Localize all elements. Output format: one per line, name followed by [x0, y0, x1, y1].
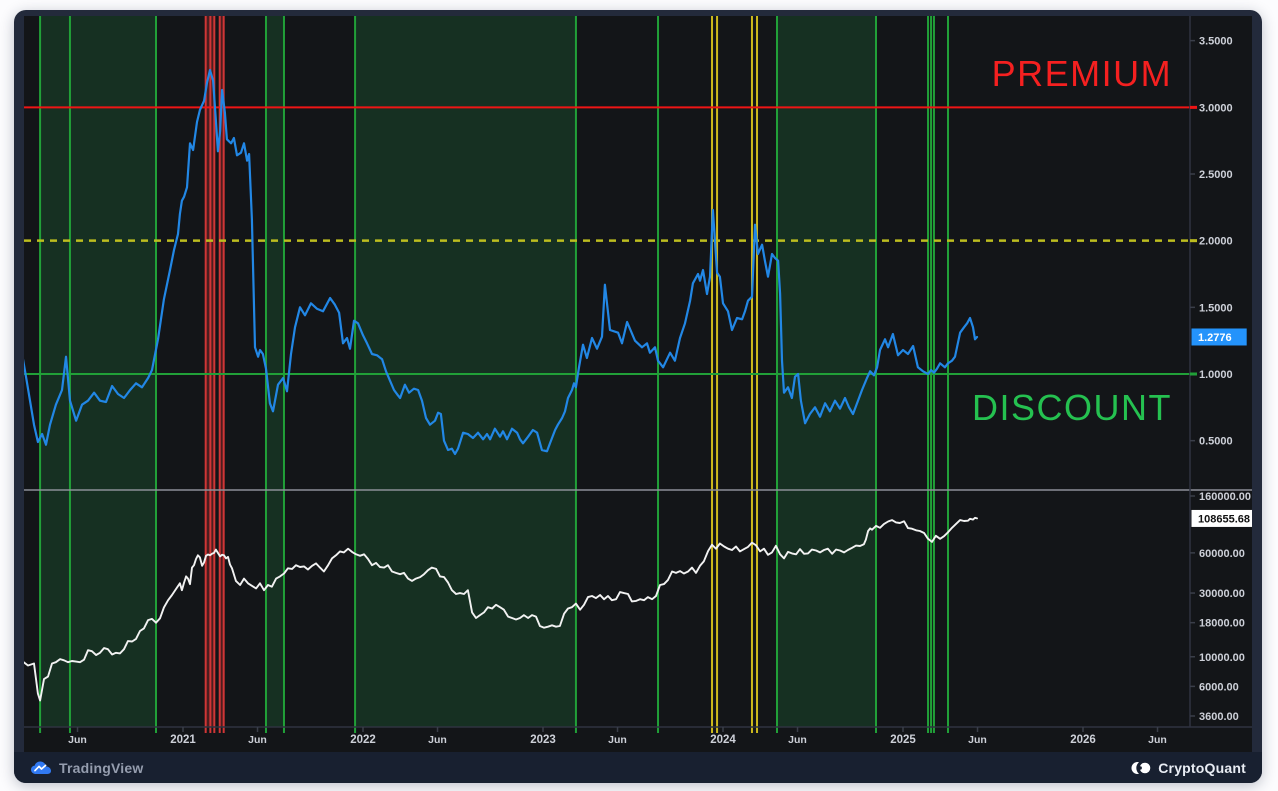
x-axis-tick-label[interactable]: 2023 — [530, 734, 556, 746]
tradingview-logo[interactable]: TradingView — [30, 760, 143, 776]
footer-bar: TradingView CryptoQuant — [14, 752, 1262, 783]
x-axis-tick-label[interactable]: 2026 — [1070, 734, 1096, 746]
y-axis-tick-label: 6000.00 — [1199, 681, 1239, 693]
x-axis-tick-label[interactable]: Jun — [968, 734, 987, 746]
discount-zone-band — [266, 16, 284, 727]
y-axis-tick-label: 3.0000 — [1199, 102, 1233, 114]
last-value-badge-price-text: 108655.68 — [1198, 513, 1250, 525]
y-axis-tick-label: 2.5000 — [1199, 169, 1233, 181]
cryptoquant-logo[interactable]: CryptoQuant — [1131, 760, 1246, 776]
cryptoquant-icon — [1131, 761, 1151, 775]
y-axis-tick-label: 1.5000 — [1199, 302, 1233, 314]
tradingview-label: TradingView — [59, 760, 143, 776]
chart-window: 3.5000 3.0000 2.5000 2.0000 1.5000 1.0000 0.50… — [14, 10, 1262, 783]
y-axis-tick-label: 160000.00 — [1199, 491, 1251, 503]
x-axis-tick-label[interactable]: Jun — [788, 734, 807, 746]
tradingview-icon — [30, 761, 52, 775]
chart-area[interactable]: 3.5000 3.0000 2.5000 2.0000 1.5000 1.0000 0.50… — [24, 16, 1252, 752]
y-axis-tick-label: 60000.00 — [1199, 548, 1245, 560]
x-axis-tick-label[interactable]: Jun — [248, 734, 267, 746]
premium-label: PREMIUM — [992, 53, 1173, 94]
discount-zone-band — [777, 16, 876, 727]
discount-zone-band — [355, 16, 576, 727]
x-axis-tick-label[interactable]: Jun — [608, 734, 627, 746]
y-axis-tick-label: 30000.00 — [1199, 588, 1245, 600]
y-axis-tick-label: 3.5000 — [1199, 36, 1233, 48]
discount-zone-band — [40, 16, 156, 727]
y-axis-tick-label: 1.0000 — [1199, 369, 1233, 381]
y-axis-tick-label: 18000.00 — [1199, 618, 1245, 630]
y-axis-tick-label: 0.5000 — [1199, 436, 1233, 448]
y-axis-tick-label: 10000.00 — [1199, 652, 1245, 664]
discount-label: DISCOUNT — [972, 387, 1172, 428]
y-axis-tick-label: 3600.00 — [1199, 711, 1239, 723]
cryptoquant-label: CryptoQuant — [1158, 760, 1246, 776]
x-axis-tick-label[interactable]: 2025 — [890, 734, 916, 746]
last-value-badge-indicator-text: 1.2776 — [1198, 332, 1232, 344]
x-axis-tick-label[interactable]: 2024 — [710, 734, 736, 746]
x-axis-tick-label[interactable]: 2022 — [350, 734, 376, 746]
x-axis-tick-label[interactable]: Jun — [1148, 734, 1167, 746]
x-axis-tick-label[interactable]: Jun — [428, 734, 447, 746]
x-axis-tick-label[interactable]: Jun — [68, 734, 87, 746]
x-axis-tick-label[interactable]: 2021 — [170, 734, 196, 746]
y-axis-tick-label: 2.0000 — [1199, 236, 1233, 248]
chart-canvas[interactable]: 3.5000 3.0000 2.5000 2.0000 1.5000 1.0000 0.50… — [24, 16, 1252, 752]
